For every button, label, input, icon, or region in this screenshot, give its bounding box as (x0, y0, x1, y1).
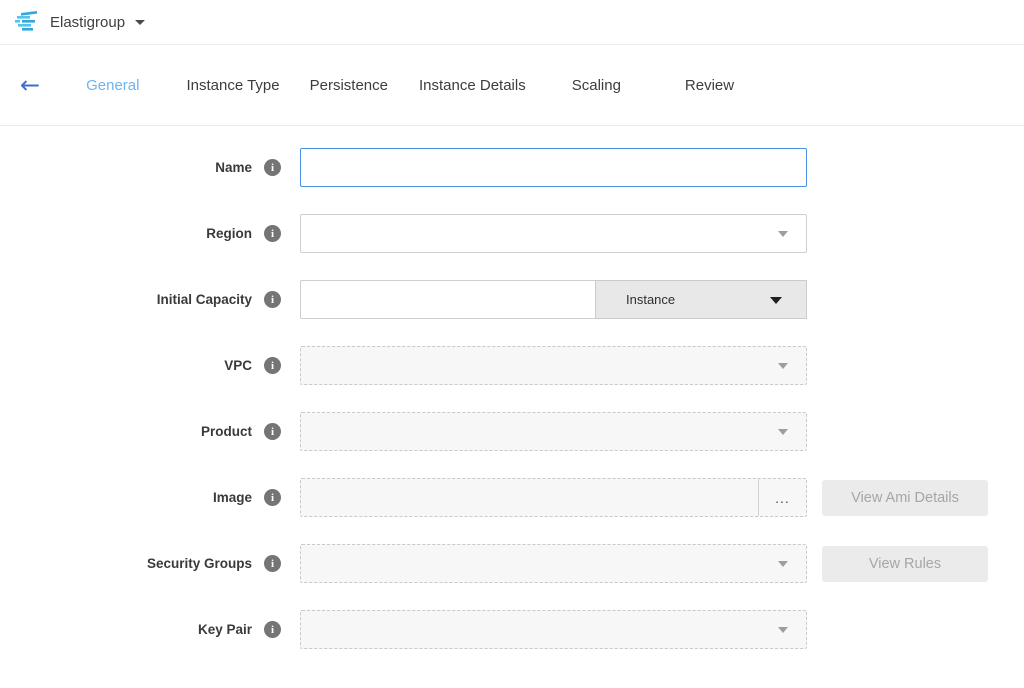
app-header: Elastigroup (0, 0, 1024, 45)
product-select (300, 412, 807, 451)
info-icon[interactable]: i (264, 555, 281, 572)
info-icon[interactable]: i (264, 423, 281, 440)
back-arrow-icon[interactable]: ← (20, 73, 40, 97)
elastigroup-logo-icon (14, 11, 40, 33)
tab-instance-details[interactable]: Instance Details (419, 77, 526, 94)
key-pair-label: Key Pair (198, 622, 252, 637)
chevron-down-icon (770, 297, 782, 304)
image-browse-button[interactable]: ... (758, 479, 806, 516)
initial-capacity-input[interactable] (300, 280, 595, 319)
form-row-region: Region i (0, 214, 1024, 253)
general-form: Name i Region i Initial Capacity i (0, 126, 1024, 649)
region-select[interactable] (300, 214, 807, 253)
info-icon[interactable]: i (264, 159, 281, 176)
app-title[interactable]: Elastigroup (50, 14, 125, 31)
vpc-label: VPC (224, 358, 252, 373)
form-row-security-groups: Security Groups i View Rules (0, 544, 1024, 583)
view-ami-details-button[interactable]: View Ami Details (822, 480, 988, 516)
tab-general[interactable]: General (86, 77, 139, 94)
security-groups-label: Security Groups (147, 556, 252, 571)
info-icon[interactable]: i (264, 489, 281, 506)
info-icon[interactable]: i (264, 357, 281, 374)
tab-instance-type[interactable]: Instance Type (186, 77, 279, 94)
initial-capacity-label: Initial Capacity (157, 292, 252, 307)
wizard-tabbar: ← General Instance Type Persistence Inst… (0, 45, 1024, 126)
key-pair-select (300, 610, 807, 649)
chevron-down-icon (778, 231, 788, 237)
info-icon[interactable]: i (264, 621, 281, 638)
form-row-key-pair: Key Pair i (0, 610, 1024, 649)
product-label: Product (201, 424, 252, 439)
info-icon[interactable]: i (264, 291, 281, 308)
form-row-initial-capacity: Initial Capacity i Instance (0, 280, 1024, 319)
view-rules-button[interactable]: View Rules (822, 546, 988, 582)
form-row-name: Name i (0, 148, 1024, 187)
vpc-select (300, 346, 807, 385)
form-row-product: Product i (0, 412, 1024, 451)
tab-review[interactable]: Review (685, 77, 734, 94)
image-input (301, 479, 758, 516)
image-field: ... (300, 478, 807, 517)
name-label: Name (215, 160, 252, 175)
security-groups-select (300, 544, 807, 583)
capacity-unit-select[interactable]: Instance (595, 280, 807, 319)
chevron-down-icon (778, 429, 788, 435)
tab-persistence[interactable]: Persistence (310, 77, 388, 94)
info-icon[interactable]: i (264, 225, 281, 242)
capacity-unit-value: Instance (626, 292, 675, 307)
tab-scaling[interactable]: Scaling (572, 77, 621, 94)
name-input[interactable] (300, 148, 807, 187)
chevron-down-icon (778, 363, 788, 369)
chevron-down-icon[interactable] (135, 20, 145, 25)
chevron-down-icon (778, 561, 788, 567)
form-row-image: Image i ... View Ami Details (0, 478, 1024, 517)
tab-list: General Instance Type Persistence Instan… (86, 77, 734, 94)
image-label: Image (213, 490, 252, 505)
form-row-vpc: VPC i (0, 346, 1024, 385)
region-label: Region (206, 226, 252, 241)
chevron-down-icon (778, 627, 788, 633)
